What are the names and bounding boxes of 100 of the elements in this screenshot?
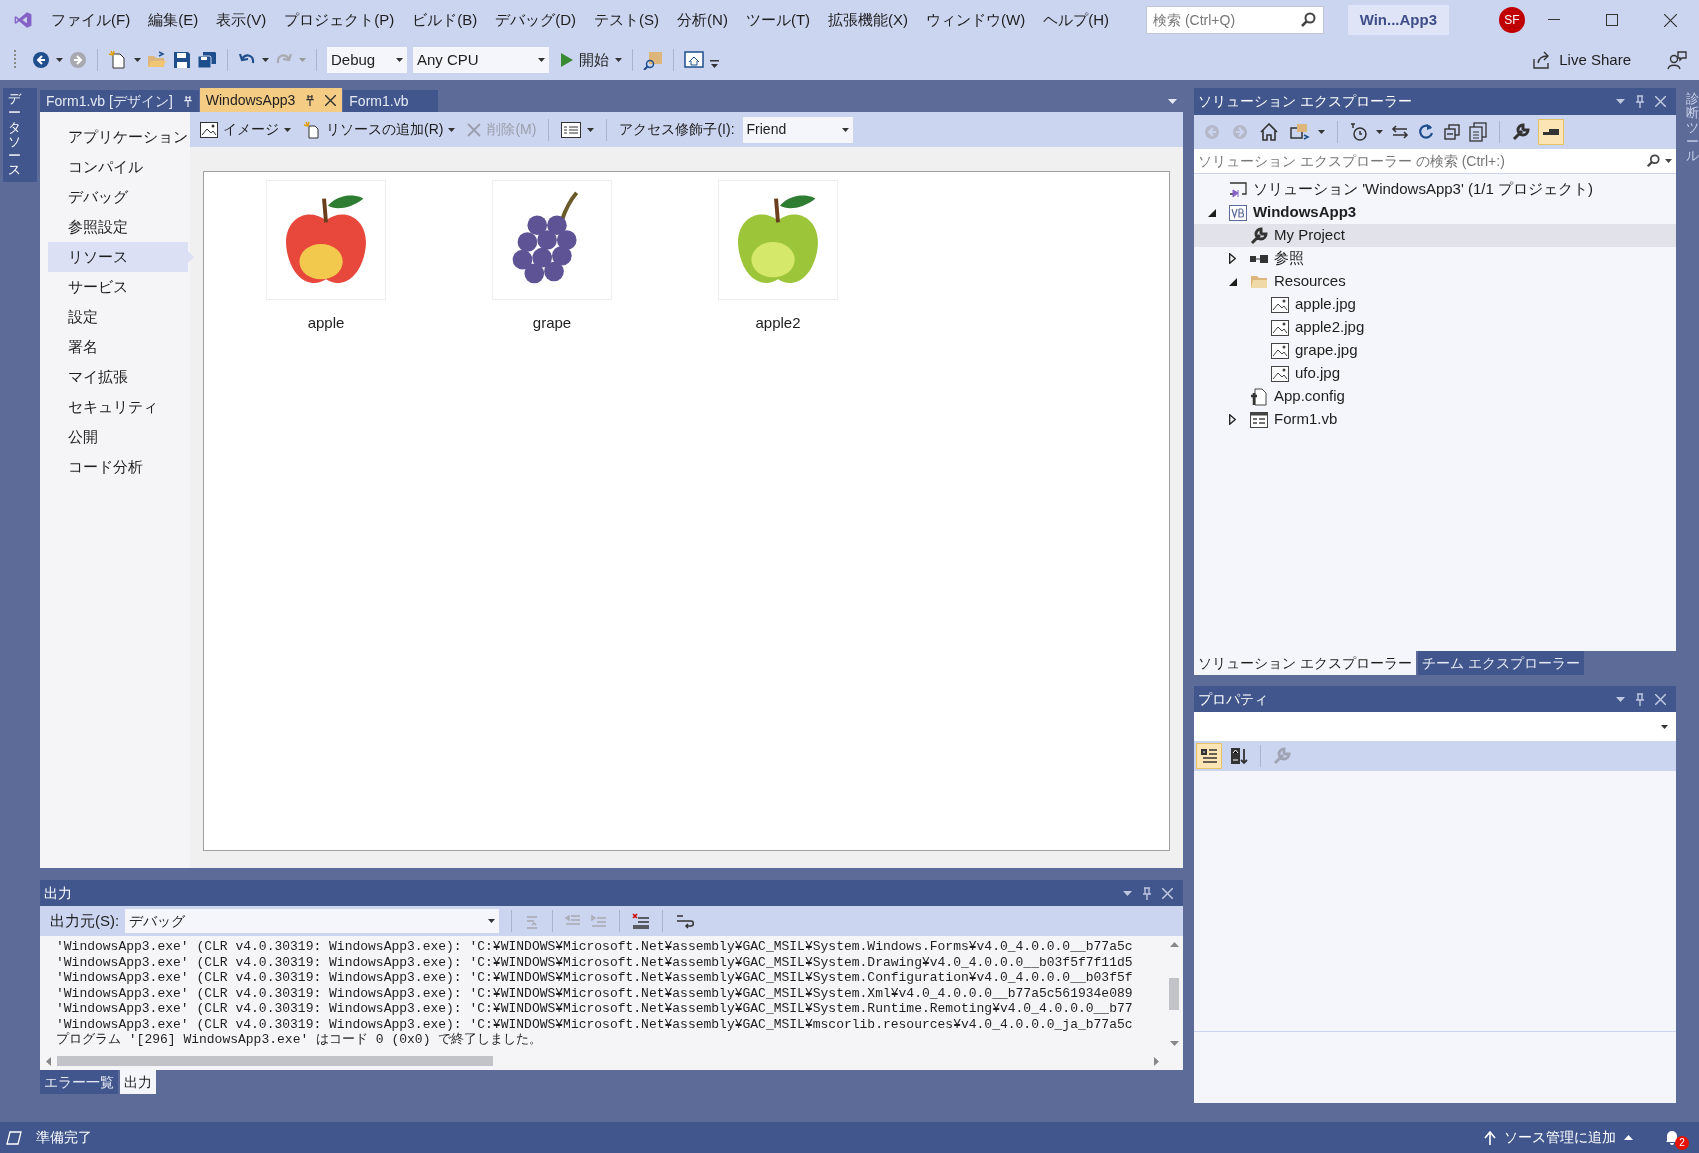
scroll-left-icon[interactable] <box>46 1056 51 1066</box>
sync-icon[interactable] <box>1391 124 1409 140</box>
source-control-button[interactable]: ソース管理に追加 <box>1484 1127 1633 1148</box>
menu-item[interactable]: ウィンドウ(W) <box>919 6 1033 34</box>
tab-list-icon[interactable] <box>1168 99 1177 104</box>
caret-icon[interactable] <box>1376 130 1383 134</box>
dropdown-icon[interactable] <box>1616 696 1625 702</box>
caret-icon[interactable] <box>134 58 141 62</box>
feedback-icon[interactable] <box>1667 50 1687 70</box>
scroll-down-icon[interactable] <box>1169 1041 1179 1046</box>
properties-icon[interactable] <box>1512 123 1530 141</box>
tree-item[interactable]: Form1.vb <box>1194 408 1676 431</box>
menu-item[interactable]: ヘルプ(H) <box>1036 6 1117 34</box>
view-button[interactable] <box>1196 743 1222 769</box>
nav-item[interactable]: 参照設定 <box>48 212 188 242</box>
show-all-files-icon[interactable] <box>1469 122 1487 142</box>
panel-tab[interactable]: エラー一覧 <box>40 1070 118 1094</box>
history-icon[interactable] <box>1350 123 1368 141</box>
access-modifier-dropdown[interactable]: Friend <box>742 116 853 143</box>
notifications-button[interactable]: 2 <box>1663 1125 1689 1150</box>
tree-item[interactable]: grape.jpg <box>1194 339 1676 362</box>
menu-item[interactable]: 表示(V) <box>209 6 274 34</box>
menu-item[interactable]: ファイル(F) <box>44 6 138 34</box>
nav-item[interactable]: コード分析 <box>48 452 188 482</box>
nav-item[interactable]: 署名 <box>48 332 188 362</box>
nav-item[interactable]: コンパイル <box>48 152 188 182</box>
caret-icon[interactable] <box>1665 159 1672 163</box>
panel-tab[interactable]: チーム エクスプローラー <box>1417 651 1584 675</box>
nav-item[interactable]: サービス <box>48 272 188 302</box>
scroll-up-icon[interactable] <box>1169 942 1179 947</box>
side-tab[interactable]: データソース <box>3 88 37 182</box>
pin-icon[interactable] <box>305 94 316 106</box>
output-source-dropdown[interactable]: デバッグ <box>125 909 500 933</box>
tree-item[interactable]: ソリューション 'WindowsApp3' (1/1 プロジェクト) <box>1194 178 1676 201</box>
collapsed-icon[interactable] <box>1229 414 1236 425</box>
clear-all-icon[interactable] <box>632 913 651 929</box>
scroll-thumb[interactable] <box>1169 978 1179 1010</box>
start-button[interactable]: 開始 <box>561 48 622 72</box>
menu-item[interactable]: ビルド(B) <box>405 6 485 34</box>
view-mode-button[interactable] <box>561 121 595 138</box>
new-item-icon[interactable] <box>108 50 128 70</box>
refresh-icon[interactable] <box>1417 123 1435 141</box>
nav-item[interactable]: マイ拡張 <box>48 362 188 392</box>
word-wrap-icon[interactable] <box>675 913 696 929</box>
nav-item[interactable]: 公開 <box>48 422 188 452</box>
nav-item[interactable]: アプリケーション <box>48 122 188 152</box>
menu-item[interactable]: プロジェクト(P) <box>277 6 402 34</box>
caret-icon[interactable] <box>56 58 63 62</box>
dropdown-icon[interactable] <box>1616 99 1625 104</box>
panel-tab[interactable]: 出力 <box>120 1070 156 1094</box>
overflow-icon[interactable] <box>710 60 719 68</box>
scroll-right-icon[interactable] <box>1154 1056 1159 1066</box>
menu-item[interactable]: デバッグ(D) <box>488 6 584 34</box>
solution-name-badge[interactable]: Win...App3 <box>1347 5 1449 35</box>
tree-item[interactable]: WindowsApp3 <box>1194 201 1676 224</box>
search-field[interactable]: 検索 (Ctrl+Q) <box>1146 6 1324 34</box>
tree-item[interactable]: Resources <box>1194 270 1676 293</box>
search-field[interactable]: ソリューション エクスプローラー の検索 (Ctrl+:) <box>1194 149 1676 173</box>
browser-icon[interactable] <box>684 51 704 69</box>
document-tab[interactable]: Form1.vb <box>343 90 439 112</box>
nav-item[interactable]: デバッグ <box>48 182 188 212</box>
collapsed-icon[interactable] <box>1229 253 1236 264</box>
tree-item[interactable]: My Project <box>1194 224 1676 247</box>
menu-item[interactable]: 拡張機能(X) <box>821 6 916 34</box>
document-tab[interactable]: WindowsApp3 <box>199 88 343 112</box>
expanded-icon[interactable] <box>1208 208 1216 217</box>
nav-item[interactable]: セキュリティ <box>48 392 188 422</box>
panel-tab[interactable]: ソリューション エクスプローラー <box>1194 651 1416 675</box>
switch-views-icon[interactable] <box>1290 123 1310 141</box>
nav-item[interactable]: 設定 <box>48 302 188 332</box>
home-icon[interactable] <box>1260 123 1278 141</box>
menu-item[interactable]: ツール(T) <box>738 6 818 34</box>
tree-item[interactable]: apple2.jpg <box>1194 316 1676 339</box>
close-icon[interactable] <box>325 94 337 106</box>
image-type-button[interactable]: イメージ <box>200 119 291 140</box>
tree-item[interactable]: ufo.jpg <box>1194 362 1676 385</box>
caret-icon[interactable] <box>1318 130 1325 134</box>
document-tab[interactable]: Form1.vb [デザイン] <box>40 90 199 112</box>
side-tab[interactable]: 診断ツール <box>1686 92 1699 164</box>
dropdown-icon[interactable] <box>1123 890 1132 896</box>
configuration-dropdown[interactable]: Debug <box>327 47 407 73</box>
collapse-all-icon[interactable] <box>1443 123 1461 141</box>
tree-item[interactable]: apple.jpg <box>1194 293 1676 316</box>
tree-item[interactable]: 参照 <box>1194 247 1676 270</box>
menu-item[interactable]: テスト(S) <box>587 6 667 34</box>
account-avatar[interactable]: SF <box>1499 7 1525 33</box>
preview-button[interactable] <box>1538 119 1564 145</box>
live-share-button[interactable]: Live Share <box>1533 48 1631 72</box>
expanded-icon[interactable] <box>1229 277 1237 286</box>
find-folder-icon[interactable] <box>643 50 663 70</box>
menu-item[interactable]: 分析(N) <box>670 6 735 34</box>
save-icon[interactable] <box>173 51 191 69</box>
menu-item[interactable]: 編集(E) <box>141 6 206 34</box>
back-icon[interactable] <box>32 51 50 69</box>
add-resource-button[interactable]: リソースの追加(R) <box>303 119 456 140</box>
save-all-icon[interactable] <box>197 51 217 69</box>
scroll-thumb[interactable] <box>57 1056 494 1066</box>
open-folder-icon[interactable] <box>147 51 167 69</box>
platform-dropdown[interactable]: Any CPU <box>413 47 549 73</box>
tree-item[interactable]: App.config <box>1194 385 1676 408</box>
